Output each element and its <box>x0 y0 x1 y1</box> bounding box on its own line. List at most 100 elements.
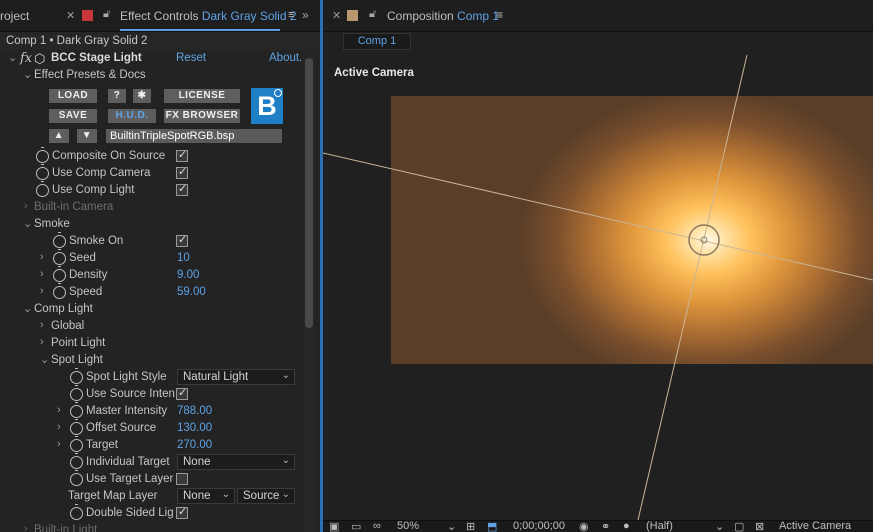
close-icon[interactable]: ✕ <box>66 9 75 22</box>
vr-icon[interactable]: ∞ <box>373 520 381 532</box>
preset-up-icon[interactable]: ▲ <box>49 129 69 143</box>
stopwatch-icon[interactable] <box>53 232 66 248</box>
load-button[interactable]: LOAD <box>49 89 97 103</box>
chevron-down-icon[interactable]: ⌄ <box>715 520 724 532</box>
chevron-right-icon[interactable]: › <box>57 421 61 433</box>
group-builtin-camera[interactable]: › Built-in Camera <box>0 199 300 216</box>
stopwatch-icon[interactable] <box>70 402 83 418</box>
group-builtin-light[interactable]: › Built-in Light <box>0 522 300 532</box>
individual-target-dropdown[interactable]: None ⌄ <box>177 454 295 470</box>
fx-browser-button[interactable]: FX BROWSER <box>164 109 240 123</box>
spot-light-style-dropdown[interactable]: Natural Light ⌄ <box>177 369 295 385</box>
chevron-down-icon[interactable]: ⌄ <box>23 302 32 315</box>
panel-menu-icon[interactable]: ≡ <box>496 8 503 22</box>
stopwatch-icon[interactable] <box>53 266 66 282</box>
chevron-right-icon[interactable]: › <box>40 319 44 331</box>
gear-icon[interactable]: ✱ <box>133 89 151 103</box>
stopwatch-icon[interactable] <box>36 164 49 180</box>
prop-value[interactable]: 788.00 <box>177 405 212 417</box>
chevron-down-icon[interactable]: ⌄ <box>40 353 49 366</box>
tab-effect-controls[interactable]: Effect Controls Dark Gray Solid 2 <box>120 9 297 23</box>
bcc-logo[interactable]: B <box>251 88 283 124</box>
chevron-right-icon[interactable]: › <box>57 404 61 416</box>
resolution-select[interactable]: (Half) <box>646 520 673 532</box>
stopwatch-icon[interactable] <box>70 453 83 469</box>
chevron-double-right-icon[interactable]: » <box>302 8 309 22</box>
group-comp-light[interactable]: ⌄ Comp Light <box>0 301 300 318</box>
preset-file-field[interactable]: BuiltinTripleSpotRGB.bsp <box>106 129 282 143</box>
stopwatch-icon[interactable] <box>70 385 83 401</box>
scrollbar[interactable] <box>303 52 315 532</box>
chevron-down-icon[interactable]: ⌄ <box>447 520 456 532</box>
chevron-right-icon[interactable]: › <box>24 523 28 532</box>
region-icon[interactable]: ▢ <box>734 520 744 532</box>
tab-composition[interactable]: Composition Comp 1 <box>387 9 499 23</box>
fx-toggle-icon[interactable]: fx <box>20 51 32 66</box>
close-icon[interactable]: ✕ <box>332 9 341 22</box>
group-spot-light[interactable]: ⌄ Spot Light <box>0 352 300 369</box>
effect-header-row[interactable]: ⌄ fx ⬡ BCC Stage Light Reset About... <box>0 50 309 67</box>
stopwatch-icon[interactable] <box>36 181 49 197</box>
checkbox[interactable] <box>176 386 188 400</box>
mask-icon[interactable]: ⬒ <box>487 520 497 532</box>
comp-color-label <box>347 10 358 21</box>
stopwatch-icon[interactable] <box>70 436 83 452</box>
chevron-right-icon[interactable]: › <box>24 200 28 212</box>
stopwatch-icon[interactable] <box>70 504 83 520</box>
chevron-down-icon[interactable]: ⌄ <box>23 68 32 81</box>
comp-navigator-tab[interactable]: Comp 1 <box>343 33 411 50</box>
stopwatch-icon[interactable] <box>70 368 83 384</box>
stopwatch-icon[interactable] <box>70 419 83 435</box>
transparency-grid-icon[interactable]: ⊠ <box>755 520 764 532</box>
checkbox[interactable] <box>176 165 188 179</box>
license-button[interactable]: LICENSE <box>164 89 240 103</box>
lock-icon[interactable]: 🔓︎ <box>103 8 110 21</box>
scrollbar-thumb[interactable] <box>305 58 313 328</box>
checkbox[interactable] <box>176 148 188 162</box>
help-button[interactable]: ? <box>108 89 126 103</box>
dropdown-value: None <box>183 456 211 468</box>
prop-value[interactable]: 9.00 <box>177 269 199 281</box>
snapshot-icon[interactable]: ▣ <box>329 520 339 532</box>
chevron-down-icon[interactable]: ⌄ <box>8 51 17 64</box>
checkbox[interactable] <box>176 473 188 485</box>
save-button[interactable]: SAVE <box>49 109 97 123</box>
chevron-right-icon[interactable]: › <box>40 268 44 280</box>
stopwatch-icon[interactable] <box>36 147 49 163</box>
chevron-down-icon[interactable]: ⌄ <box>23 217 32 230</box>
target-map-layer-dropdown[interactable]: None ⌄ <box>177 488 235 504</box>
chevron-right-icon[interactable]: › <box>57 438 61 450</box>
zoom-select[interactable]: 50% <box>397 520 419 532</box>
checkbox[interactable] <box>176 233 188 247</box>
color-channels-icon[interactable]: ● <box>623 520 630 532</box>
link-icon[interactable]: ⚭ <box>601 520 610 532</box>
stopwatch-icon[interactable] <box>70 470 83 486</box>
chevron-right-icon[interactable]: › <box>40 251 44 263</box>
tab-project[interactable]: roject <box>0 9 29 23</box>
lock-icon[interactable]: 🔓︎ <box>369 8 376 21</box>
checkbox[interactable] <box>176 182 188 196</box>
stopwatch-icon[interactable] <box>53 283 66 299</box>
reset-link[interactable]: Reset <box>176 52 206 64</box>
group-point-light[interactable]: › Point Light <box>0 335 300 352</box>
target-map-source-dropdown[interactable]: Source ⌄ <box>237 488 295 504</box>
prop-value[interactable]: 130.00 <box>177 422 212 434</box>
checkbox[interactable] <box>176 505 188 519</box>
hud-button[interactable]: H.U.D. <box>108 109 156 123</box>
prop-value[interactable]: 270.00 <box>177 439 212 451</box>
chevron-right-icon[interactable]: › <box>40 285 44 297</box>
monitor-icon[interactable]: ▭ <box>351 520 361 532</box>
prop-value[interactable]: 10 <box>177 252 190 264</box>
camera-icon[interactable]: ◉ <box>579 520 589 532</box>
timecode[interactable]: 0;00;00;00 <box>513 520 565 532</box>
camera-view-select[interactable]: Active Camera <box>779 520 851 532</box>
presets-row[interactable]: ⌄ Effect Presets & Docs <box>0 67 300 84</box>
group-global[interactable]: › Global <box>0 318 300 335</box>
preset-down-icon[interactable]: ▼ <box>77 129 97 143</box>
prop-value[interactable]: 59.00 <box>177 286 206 298</box>
panel-menu-icon[interactable]: ≡ <box>288 9 294 21</box>
chevron-right-icon[interactable]: › <box>40 336 44 348</box>
grid-icon[interactable]: ⊞ <box>466 520 475 532</box>
group-smoke[interactable]: ⌄ Smoke <box>0 216 300 233</box>
stopwatch-icon[interactable] <box>53 249 66 265</box>
